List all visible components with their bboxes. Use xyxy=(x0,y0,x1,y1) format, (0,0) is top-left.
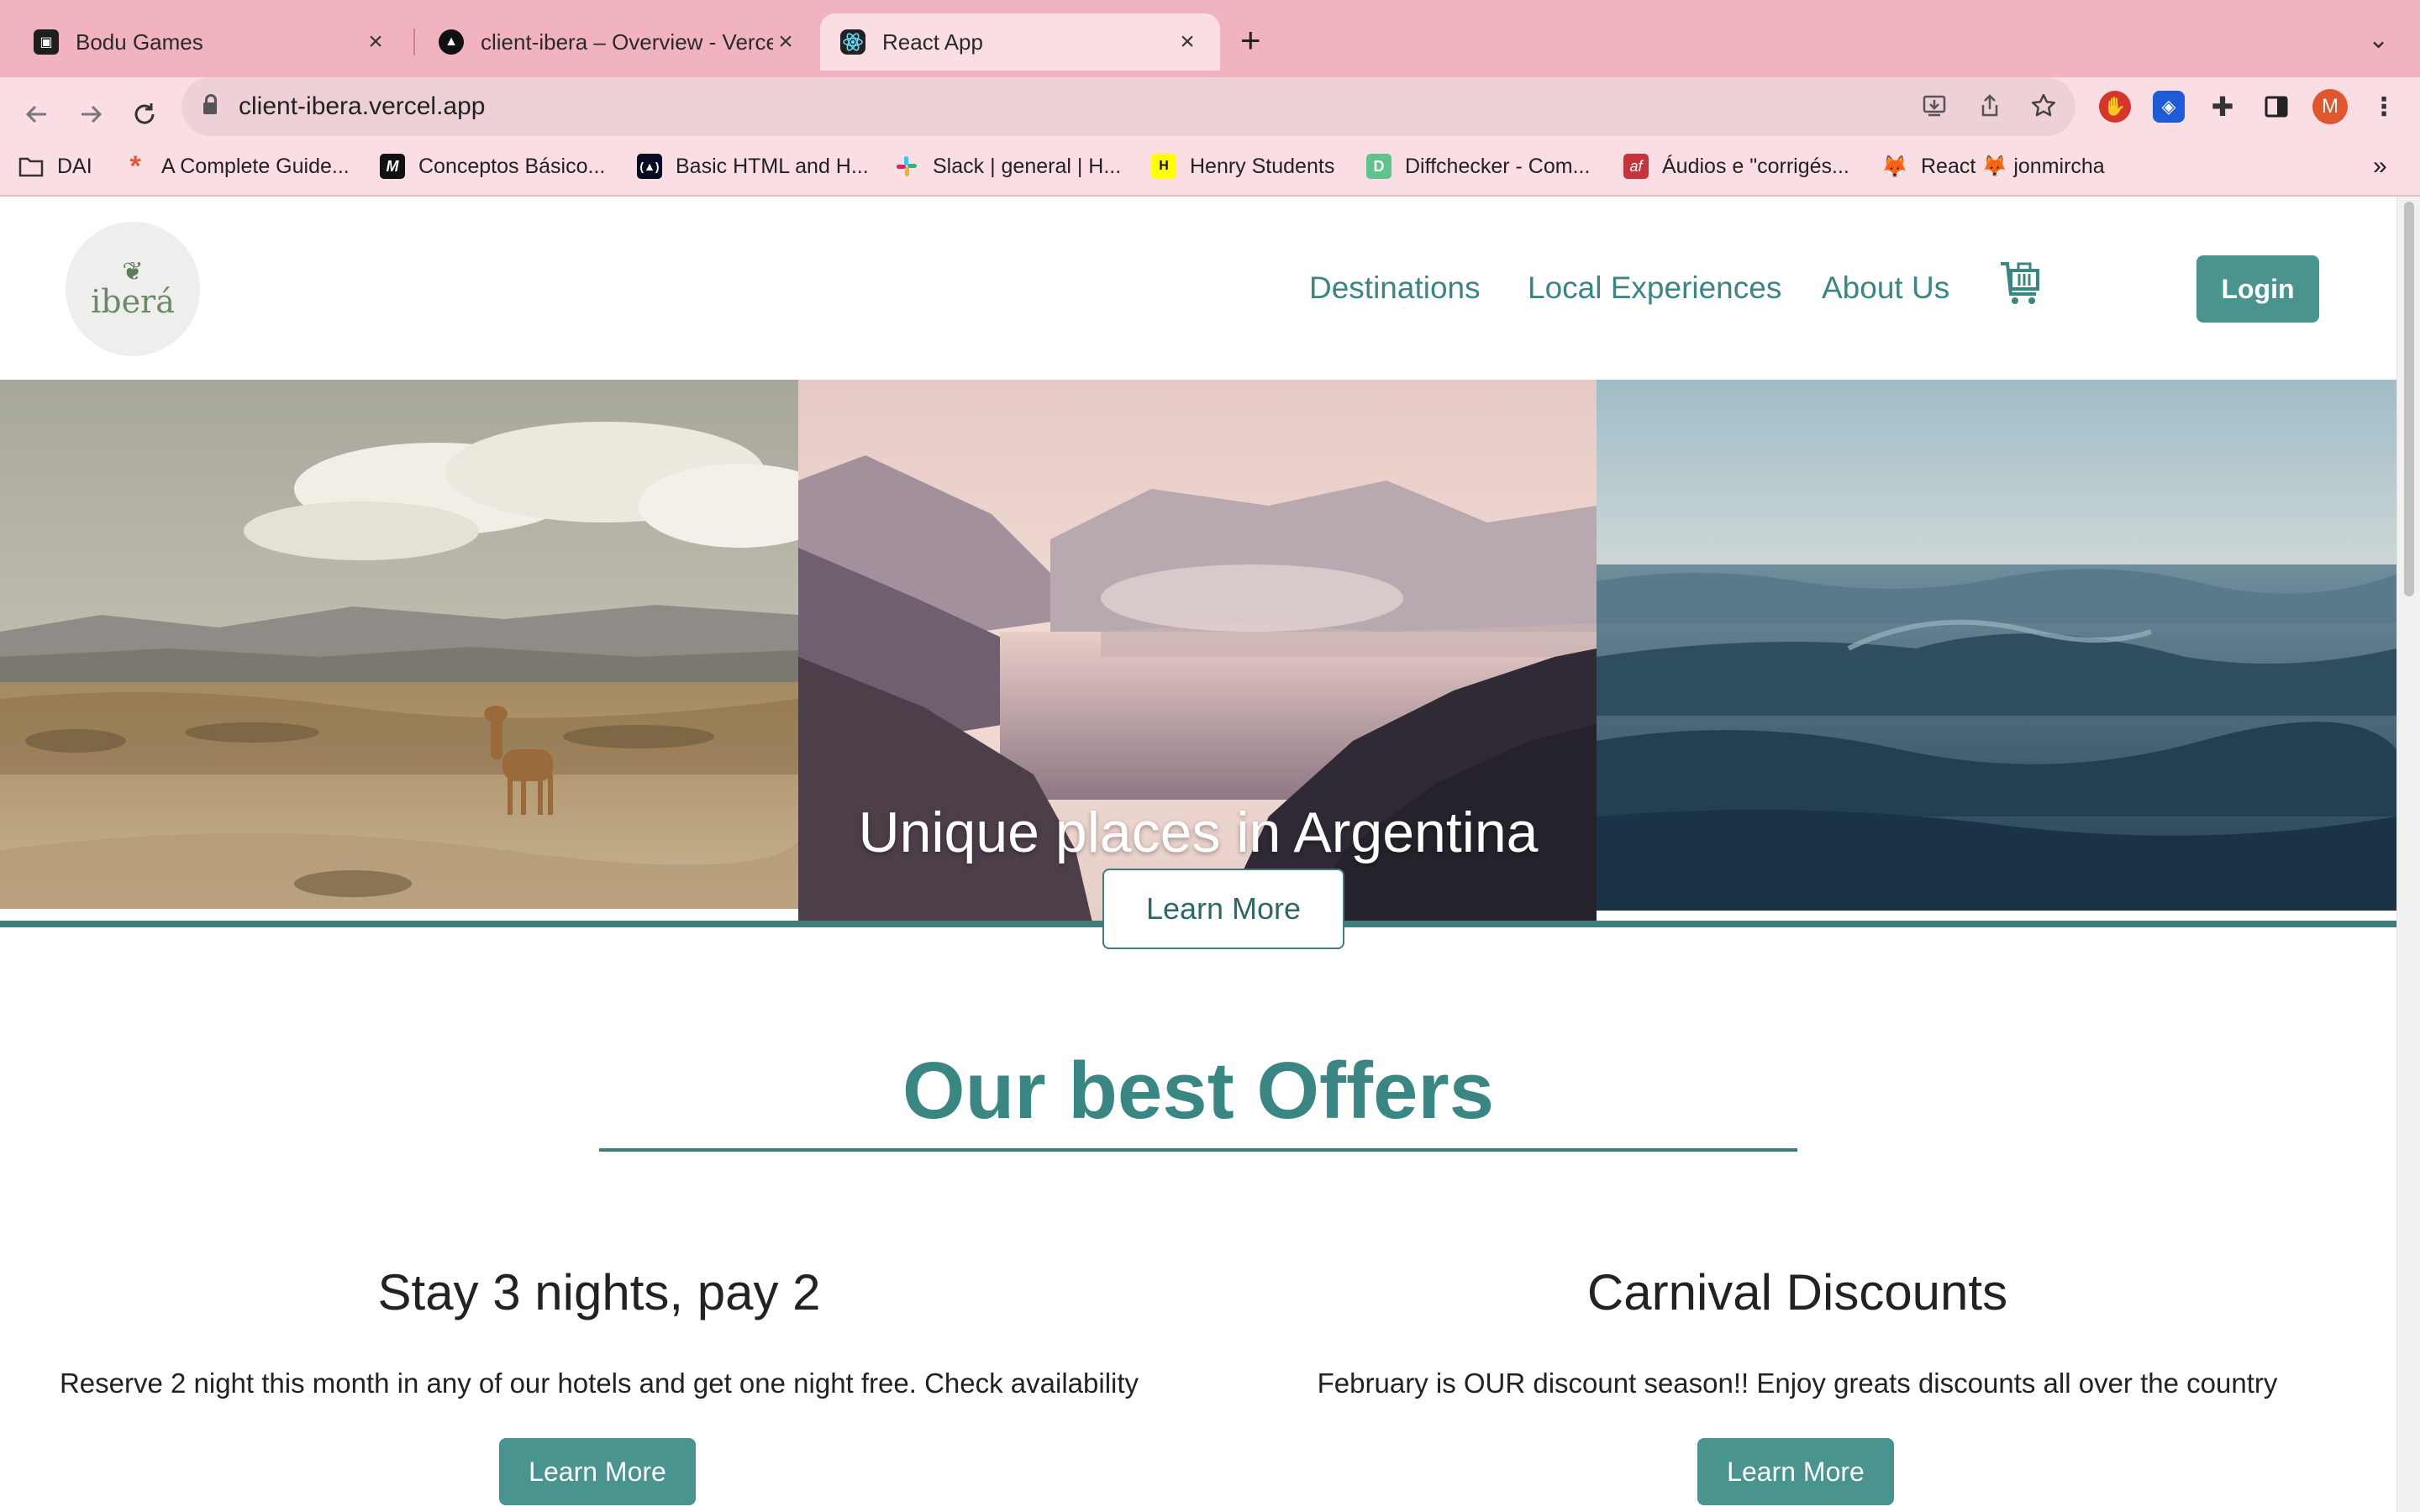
bookmark-label: Basic HTML and H... xyxy=(676,154,869,178)
lock-icon[interactable] xyxy=(203,94,217,114)
bookmark-label: Slack | general | H... xyxy=(933,154,1122,178)
adblock-extension-icon[interactable]: ✋ xyxy=(2099,91,2131,123)
bookmark-item[interactable]: M Conceptos Básico... xyxy=(380,151,605,181)
bookmarks-overflow-button[interactable]: » xyxy=(2373,151,2387,181)
hero-title: Unique places in Argentina xyxy=(858,801,1539,864)
bookmark-item[interactable]: Slack | general | H... xyxy=(894,151,1121,181)
slack-icon xyxy=(894,154,919,179)
asterisk-icon: * xyxy=(129,150,141,182)
bookmark-item[interactable]: * A Complete Guide... xyxy=(123,150,350,182)
freecodecamp-icon: (▲) xyxy=(637,154,662,179)
bookmark-item[interactable]: af Áudios e "corrigés... xyxy=(1623,151,1849,181)
site-logo[interactable]: ❦ iberá xyxy=(66,222,200,356)
browser-menu-icon[interactable]: ⋮ xyxy=(2368,91,2400,123)
bookmark-label: Diffchecker - Com... xyxy=(1405,154,1591,178)
tab-title: React App xyxy=(882,29,983,55)
offer-learn-more-button[interactable]: Learn More xyxy=(1697,1438,1894,1505)
scrollbar-thumb[interactable] xyxy=(2404,202,2414,596)
install-app-icon[interactable] xyxy=(1919,91,1949,121)
address-bar[interactable]: client-ibera.vercel.app xyxy=(182,77,2075,136)
login-button[interactable]: Login xyxy=(2196,255,2319,323)
offer-description: Reserve 2 night this month in any of our… xyxy=(59,1368,1139,1399)
tab-bodu-games[interactable]: ▣ Bodu Games × xyxy=(13,13,408,71)
hero-learn-more-button[interactable]: Learn More xyxy=(1102,869,1344,949)
bookmark-label: React 🦊 jonmircha xyxy=(1921,154,2105,178)
bookmark-label: Conceptos Básico... xyxy=(418,154,606,178)
bookmark-star-icon[interactable] xyxy=(2028,91,2059,121)
af-icon: af xyxy=(1623,154,1649,179)
tab-title: client-ibera – Overview - Vercel xyxy=(481,29,773,55)
bookmark-item[interactable]: D Diffchecker - Com... xyxy=(1366,151,1590,181)
side-panel-icon[interactable] xyxy=(2260,91,2292,123)
forward-button[interactable] xyxy=(67,91,114,138)
new-tab-button[interactable]: + xyxy=(1240,22,1261,59)
bookmark-label: A Complete Guide... xyxy=(161,154,350,178)
folder-icon xyxy=(18,154,44,179)
bitwarden-extension-icon[interactable]: ◈ xyxy=(2153,91,2185,123)
nav-local-experiences-link[interactable]: Local Experiences xyxy=(1528,270,1781,306)
bookmark-item[interactable]: H Henry Students xyxy=(1151,151,1334,181)
close-tab-icon[interactable]: × xyxy=(1175,28,1200,56)
bookmark-item[interactable]: (▲) Basic HTML and H... xyxy=(637,151,869,181)
vercel-favicon-icon: ▲ xyxy=(439,29,464,55)
offers-underline xyxy=(599,1148,1797,1152)
offer-learn-more-button[interactable]: Learn More xyxy=(499,1438,696,1505)
offers-heading: Our best Offers xyxy=(902,1046,1495,1136)
fox-icon: 🦊 xyxy=(1881,153,1909,179)
tab-vercel[interactable]: ▲ client-ibera – Overview - Vercel × xyxy=(418,13,818,71)
forward-arrow-icon xyxy=(82,105,103,123)
tab-strip: ▣ Bodu Games × ▲ client-ibera – Overview… xyxy=(0,0,2420,77)
bookmark-label: Henry Students xyxy=(1190,154,1335,178)
hero-section: Unique places in Argentina xyxy=(0,380,2396,922)
offer-title: Carnival Discounts xyxy=(1586,1264,2008,1320)
offer-title: Stay 3 nights, pay 2 xyxy=(377,1264,821,1320)
olive-branch-icon: ❦ xyxy=(122,258,144,286)
react-favicon-icon xyxy=(840,29,865,55)
reload-icon xyxy=(134,103,155,124)
url-text[interactable]: client-ibera.vercel.app xyxy=(239,92,485,121)
back-button[interactable] xyxy=(13,91,60,138)
tab-separator xyxy=(413,29,415,55)
bookmark-label: DAI xyxy=(57,154,92,178)
offer-description: February is OUR discount season!! Enjoy … xyxy=(1317,1368,2278,1399)
web-page: ❦ iberá Destinations Local Experiences A… xyxy=(0,197,2396,1512)
reload-button[interactable] xyxy=(121,91,168,138)
m-logo-icon: M xyxy=(380,154,405,179)
back-arrow-icon xyxy=(25,105,46,123)
profile-avatar[interactable]: M xyxy=(2312,89,2348,124)
tab-title: Bodu Games xyxy=(76,29,203,55)
shopping-cart-icon[interactable] xyxy=(1998,259,2044,309)
bookmark-item[interactable]: DAI xyxy=(18,151,92,181)
bodu-games-favicon-icon: ▣ xyxy=(34,29,59,55)
tab-react-app[interactable]: React App × xyxy=(820,13,1220,71)
page-scrollbar[interactable] xyxy=(2396,197,2420,1512)
henry-icon: H xyxy=(1151,154,1176,179)
share-icon[interactable] xyxy=(1975,91,2005,121)
close-tab-icon[interactable]: × xyxy=(773,28,798,56)
extensions-puzzle-icon[interactable]: ✚ xyxy=(2207,91,2238,123)
tab-search-chevron-icon[interactable]: ⌄ xyxy=(2368,25,2389,55)
nav-destinations-link[interactable]: Destinations xyxy=(1309,270,1481,306)
bookmark-item[interactable]: 🦊 React 🦊 jonmircha xyxy=(1881,151,2105,181)
diffchecker-icon: D xyxy=(1366,154,1392,179)
logo-wordmark: iberá xyxy=(91,283,175,320)
bookmark-label: Áudios e "corrigés... xyxy=(1662,154,1849,178)
close-tab-icon[interactable]: × xyxy=(363,28,388,56)
bookmarks-bar: DAI * A Complete Guide... M Conceptos Bá… xyxy=(0,138,2420,197)
nav-about-us-link[interactable]: About Us xyxy=(1822,270,1949,306)
